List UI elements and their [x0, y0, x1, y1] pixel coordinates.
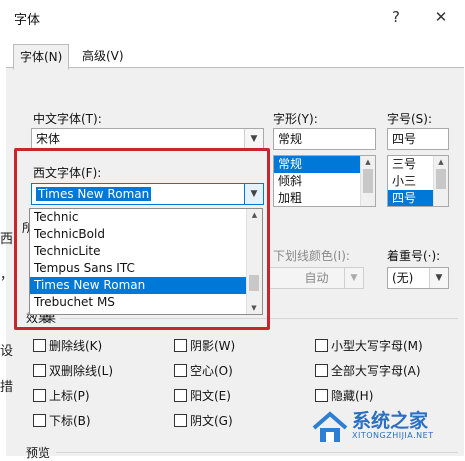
help-button[interactable]: ?	[385, 6, 407, 28]
shadow-label[interactable]: 阴影(W)	[190, 337, 235, 354]
background-text: ，	[0, 268, 14, 283]
superscript-label[interactable]: 上标(P)	[49, 387, 90, 404]
all-caps-label[interactable]: 全部大写字母(A)	[331, 362, 421, 379]
preview-label: 预览	[26, 446, 51, 460]
emphasis-label: 着重号(·):	[387, 249, 441, 263]
outline-checkbox[interactable]	[174, 364, 187, 377]
style-label: 字形(Y):	[273, 112, 318, 126]
watermark-url: XITONGZHIJIA.NET	[352, 431, 434, 440]
font-dialog: 字体 ? ✕ 字体(N) 高级(V) 西 ， 设 措 中文字体(T): 宋体 ▼…	[0, 0, 465, 460]
scroll-thumb[interactable]	[363, 169, 373, 193]
subscript-checkbox[interactable]	[33, 414, 46, 427]
chevron-down-icon[interactable]: ▼	[244, 129, 263, 149]
emboss-label[interactable]: 阳文(E)	[190, 387, 231, 404]
emboss-checkbox[interactable]	[174, 389, 187, 402]
emphasis-select[interactable]: (无) ▼	[387, 267, 449, 289]
size-scrollbar[interactable]: ▲	[433, 156, 448, 206]
chinese-font-value: 宋体	[36, 132, 61, 146]
all-caps-checkbox[interactable]	[315, 364, 328, 377]
engrave-checkbox[interactable]	[174, 414, 187, 427]
underline-color-value: 自动	[304, 271, 329, 285]
chevron-down-icon[interactable]: ▼	[344, 268, 363, 288]
style-listbox[interactable]: 常规 倾斜 加粗 ▲	[273, 155, 376, 207]
strikethrough-label[interactable]: 删除线(K)	[49, 337, 102, 354]
double-strikethrough-label[interactable]: 双删除线(L)	[49, 362, 113, 379]
strikethrough-checkbox[interactable]	[33, 339, 46, 352]
subscript-label[interactable]: 下标(B)	[49, 412, 91, 429]
close-button[interactable]: ✕	[430, 6, 452, 28]
style-input[interactable]: 常规	[273, 128, 376, 150]
dialog-title: 字体	[14, 13, 41, 28]
engrave-label[interactable]: 阴文(G)	[190, 412, 233, 429]
underline-color-label: 下划线颜色(I):	[273, 249, 350, 263]
small-caps-label[interactable]: 小型大写字母(M)	[331, 337, 423, 354]
house-logo-icon	[312, 411, 348, 442]
style-scrollbar[interactable]: ▲	[360, 156, 375, 206]
emphasis-value: (无)	[392, 271, 414, 285]
double-strikethrough-checkbox[interactable]	[33, 364, 46, 377]
superscript-checkbox[interactable]	[33, 389, 46, 402]
tab-font[interactable]: 字体(N)	[13, 44, 70, 70]
underline-color-select[interactable]: 自动 ▼	[269, 267, 364, 289]
scroll-up-icon[interactable]: ▲	[434, 156, 448, 168]
chevron-down-icon[interactable]: ▼	[429, 268, 448, 288]
shadow-checkbox[interactable]	[174, 339, 187, 352]
hidden-checkbox[interactable]	[315, 389, 328, 402]
watermark-name: 系统之家	[352, 410, 429, 432]
size-label: 字号(S):	[387, 112, 433, 126]
background-text: 措	[0, 380, 14, 395]
background-text: 设	[0, 344, 14, 359]
tab-advanced[interactable]: 高级(V)	[76, 44, 130, 68]
background-text: 西	[0, 232, 14, 247]
preview-divider	[56, 452, 458, 453]
highlight-box	[14, 148, 270, 330]
watermark-logo: 系统之家 XITONGZHIJIA.NET	[308, 404, 464, 450]
title-bar: 字体 ? ✕	[0, 0, 465, 34]
small-caps-checkbox[interactable]	[315, 339, 328, 352]
chinese-font-select[interactable]: 宋体 ▼	[31, 128, 264, 150]
style-value: 常规	[278, 132, 303, 146]
chinese-font-label: 中文字体(T):	[33, 112, 102, 126]
size-listbox[interactable]: 三号 小三 四号 ▲	[387, 155, 449, 207]
scroll-up-icon[interactable]: ▲	[361, 156, 375, 168]
outline-label[interactable]: 空心(O)	[190, 362, 233, 379]
scroll-thumb[interactable]	[436, 169, 446, 189]
hidden-label[interactable]: 隐藏(H)	[331, 387, 373, 404]
size-value: 四号	[392, 132, 417, 146]
size-input[interactable]: 四号	[387, 128, 449, 150]
